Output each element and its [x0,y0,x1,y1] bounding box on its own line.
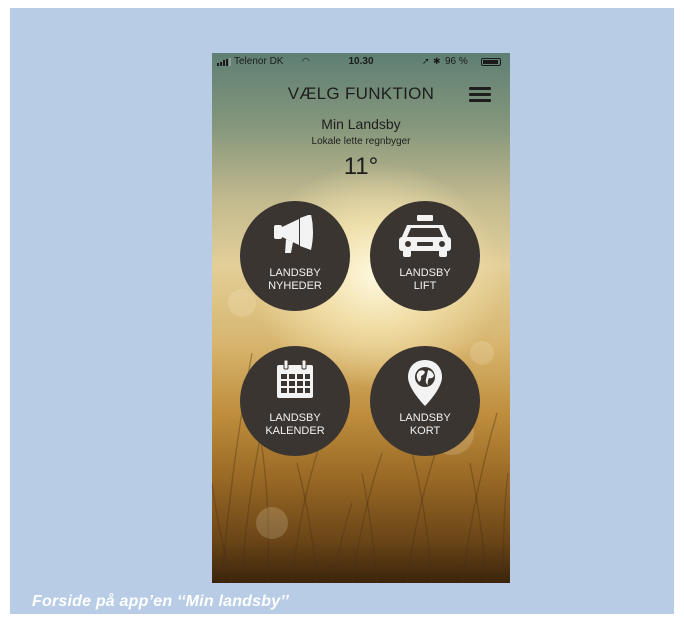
status-bar: Telenor DK ◠ 10.30 ➚ ✱ 96 % [212,53,510,71]
grass-background [212,289,509,583]
taxi-icon [399,215,451,257]
tile-landsby-nyheder[interactable]: LANDSBY NYHEDER [240,201,350,311]
phone-screen: Telenor DK ◠ 10.30 ➚ ✱ 96 % VÆLG FUNKTIO… [212,53,510,583]
page-title: VÆLG FUNKTION [287,84,435,103]
tile-landsby-kalender[interactable]: LANDSBY KALENDER [240,346,350,456]
tile-landsby-kort[interactable]: LANDSBY KORT [370,346,480,456]
figure-caption: Forside på app’en ‘‘Min landsby’’ [32,593,290,610]
tile-label: LANDSBY LIFT [399,267,451,292]
battery-level-fill [483,60,499,64]
hamburger-menu-icon[interactable] [469,86,491,104]
megaphone-icon [274,215,313,253]
calendar-icon [277,360,313,398]
battery-percent: 96 % [445,56,468,67]
map-pin-icon [408,360,442,406]
temperature: 11° [343,153,379,180]
bluetooth-icon: ✱ [433,56,441,66]
tile-label: LANDSBY NYHEDER [268,267,322,292]
tile-label: LANDSBY KORT [399,412,451,437]
tile-landsby-lift[interactable]: LANDSBY LIFT [370,201,480,311]
battery-icon [481,58,501,66]
location-icon: ➚ [422,56,430,66]
weather-description: Lokale lette regnbyger [311,136,411,147]
figure-frame: Telenor DK ◠ 10.30 ➚ ✱ 96 % VÆLG FUNKTIO… [10,8,674,614]
village-name: Min Landsby [321,116,401,132]
tile-label: LANDSBY KALENDER [265,412,325,437]
